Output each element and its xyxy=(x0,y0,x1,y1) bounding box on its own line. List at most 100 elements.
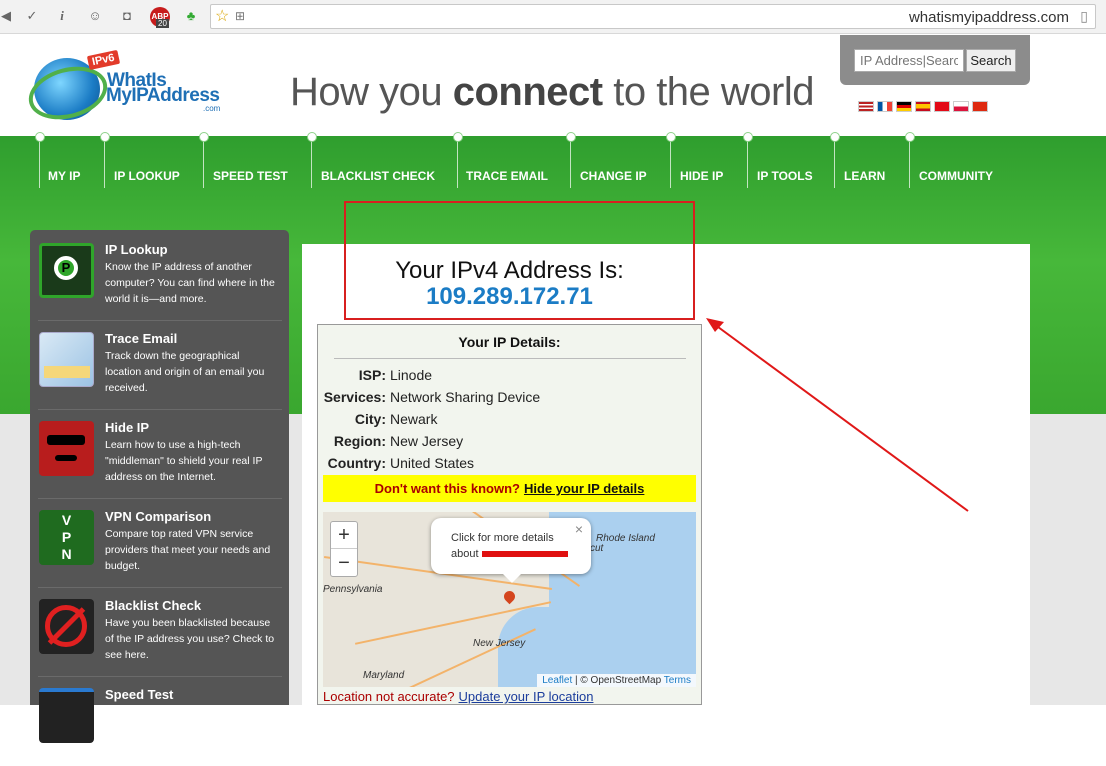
redaction-mark xyxy=(481,551,568,558)
no-ip-icon xyxy=(39,599,94,654)
warning-text: Don't want this known? xyxy=(374,481,520,496)
address-bar[interactable]: ☆ ⊞ whatismyipaddress.com ▯ xyxy=(210,4,1096,29)
zoom-control: + − xyxy=(330,521,358,577)
detail-row-region: Region: New Jersey xyxy=(318,433,701,453)
detail-value: United States xyxy=(390,455,475,471)
map-popup[interactable]: × Click for more details about xyxy=(431,518,591,583)
fr-flag-icon[interactable] xyxy=(877,101,893,112)
nav-my-ip[interactable]: MY IP xyxy=(48,169,80,183)
details-divider xyxy=(334,358,686,359)
leaflet-link[interactable]: Leaflet xyxy=(542,675,572,686)
de-flag-icon[interactable] xyxy=(896,101,912,112)
tr-flag-icon[interactable] xyxy=(934,101,950,112)
detail-value: Linode xyxy=(390,367,433,383)
update-location-link[interactable]: Update your IP location xyxy=(459,689,594,704)
sidebar-item-ip-lookup[interactable]: P IP Lookup Know the IP address of anoth… xyxy=(38,233,282,321)
user-icon[interactable]: ☺ xyxy=(85,6,105,26)
nav-pin xyxy=(35,132,45,188)
nav-community[interactable]: COMMUNITY xyxy=(919,169,993,183)
detail-key: Region: xyxy=(333,433,386,449)
detail-value: Network Sharing Device xyxy=(390,389,541,405)
tagline-post: to the world xyxy=(602,70,814,114)
sidebar-item-blacklist-check[interactable]: Blacklist Check Have you been blackliste… xyxy=(38,589,282,677)
cn-flag-icon[interactable] xyxy=(972,101,988,112)
nav-change-ip[interactable]: CHANGE IP xyxy=(580,169,647,183)
nav-pin xyxy=(199,132,209,188)
nav-pin xyxy=(100,132,110,188)
detail-row-services: Services: Network Sharing Device xyxy=(318,389,701,409)
nav-pin xyxy=(566,132,576,188)
sidebar-item-title: IP Lookup xyxy=(105,242,168,257)
detail-row-country: Country: United States xyxy=(318,455,701,475)
close-icon[interactable]: × xyxy=(575,521,583,537)
sidebar-item-speed-test[interactable]: Speed Test xyxy=(38,678,282,766)
sidebar-item-title: Speed Test xyxy=(105,687,174,702)
page-icon: ▯ xyxy=(1080,8,1088,24)
highlight-box xyxy=(344,201,695,320)
nav-speed-test[interactable]: SPEED TEST xyxy=(213,169,288,183)
search-input[interactable] xyxy=(854,49,964,72)
pl-flag-icon[interactable] xyxy=(953,101,969,112)
browser-toolbar: ◀ ✓ i ☺ ◘ ABP 20 ♣ ☆ ⊞ whatismyipaddress… xyxy=(0,0,1106,34)
detail-row-city: City: Newark xyxy=(318,411,701,431)
nav-pin xyxy=(905,132,915,188)
tools-sidebar: P IP Lookup Know the IP address of anoth… xyxy=(30,230,289,743)
sidebar-item-trace-email[interactable]: Trace Email Track down the geographical … xyxy=(38,322,282,410)
map-attribution: Leaflet | © OpenStreetMap Terms xyxy=(537,674,696,687)
puzzle-icon[interactable]: ♣ xyxy=(181,6,201,26)
language-flags xyxy=(858,99,991,112)
map-label-pennsylvania: Pennsylvania xyxy=(323,584,383,595)
nav-blacklist-check[interactable]: BLACKLIST CHECK xyxy=(321,169,435,183)
glasses-icon[interactable]: ◘ xyxy=(117,6,137,26)
sidebar-item-title: VPN Comparison xyxy=(105,509,212,524)
info-icon[interactable]: i xyxy=(52,6,72,26)
nav-pin xyxy=(307,132,317,188)
nav-ip-lookup[interactable]: IP LOOKUP xyxy=(114,169,180,183)
sidebar-item-title: Trace Email xyxy=(105,331,178,346)
vpn-lock-icon: VPN xyxy=(39,510,94,565)
tagline-bold: connect xyxy=(452,70,603,114)
map-label-rhode-island: Rhode Island xyxy=(596,533,655,544)
magnifier-icon: P xyxy=(39,243,94,298)
detail-key: Services: xyxy=(323,389,386,405)
sidebar-item-title: Blacklist Check xyxy=(105,598,202,613)
hide-ip-link[interactable]: Hide your IP details xyxy=(524,481,644,496)
tagline: How you connect to the world xyxy=(290,70,815,115)
nav-trace-email[interactable]: TRACE EMAIL xyxy=(466,169,548,183)
sidebar-item-title: Hide IP xyxy=(105,420,150,435)
sidebar-item-desc: Learn how to use a high-tech "middleman"… xyxy=(105,439,263,483)
us-flag-icon[interactable] xyxy=(858,101,874,112)
zoom-in-button[interactable]: + xyxy=(331,522,357,549)
ip-details-panel: Your IP Details: ISP: Linode Services: Net… xyxy=(317,324,702,705)
translate-icon[interactable]: ⊞ xyxy=(235,9,245,23)
osm-credit: | © OpenStreetMap xyxy=(575,675,662,686)
location-map[interactable]: Pennsylvania New Jersey Maryland Rhode I… xyxy=(323,512,696,687)
sidebar-item-desc: Know the IP address of another computer?… xyxy=(105,261,275,305)
detail-key: City: xyxy=(354,411,386,427)
es-flag-icon[interactable] xyxy=(915,101,931,112)
sidebar-item-hide-ip[interactable]: Hide IP Learn how to use a high-tech "mi… xyxy=(38,411,282,499)
sidebar-item-desc: Compare top rated VPN service providers … xyxy=(105,528,271,572)
search-button[interactable]: Search xyxy=(966,49,1016,72)
detail-value: New Jersey xyxy=(390,433,464,449)
zoom-out-button[interactable]: − xyxy=(331,550,357,577)
sidebar-item-desc: Track down the geographical location and… xyxy=(105,350,265,394)
location-text: Location not accurate? xyxy=(323,689,455,704)
nav-hide-ip[interactable]: HIDE IP xyxy=(680,169,723,183)
back-icon[interactable]: ◀ xyxy=(0,6,16,26)
nav-pin xyxy=(453,132,463,188)
star-icon[interactable]: ☆ xyxy=(215,6,229,26)
tagline-pre: How you xyxy=(290,70,453,114)
map-label-maryland: Maryland xyxy=(363,670,405,681)
map-label-new-jersey: New Jersey xyxy=(473,638,526,649)
terms-link[interactable]: Terms xyxy=(664,675,691,686)
popup-about: about xyxy=(451,548,479,560)
detail-key: Country: xyxy=(327,455,386,471)
nav-learn[interactable]: LEARN xyxy=(844,169,885,183)
sidebar-item-vpn-comparison[interactable]: VPN VPN Comparison Compare top rated VPN… xyxy=(38,500,282,588)
sidebar-item-desc: Have you been blacklisted because of the… xyxy=(105,617,275,661)
privacy-warning: Don't want this known? Hide your IP detai… xyxy=(323,475,696,502)
nav-ip-tools[interactable]: IP TOOLS xyxy=(757,169,813,183)
annotation-arrow xyxy=(706,318,969,512)
check-icon[interactable]: ✓ xyxy=(22,6,42,26)
